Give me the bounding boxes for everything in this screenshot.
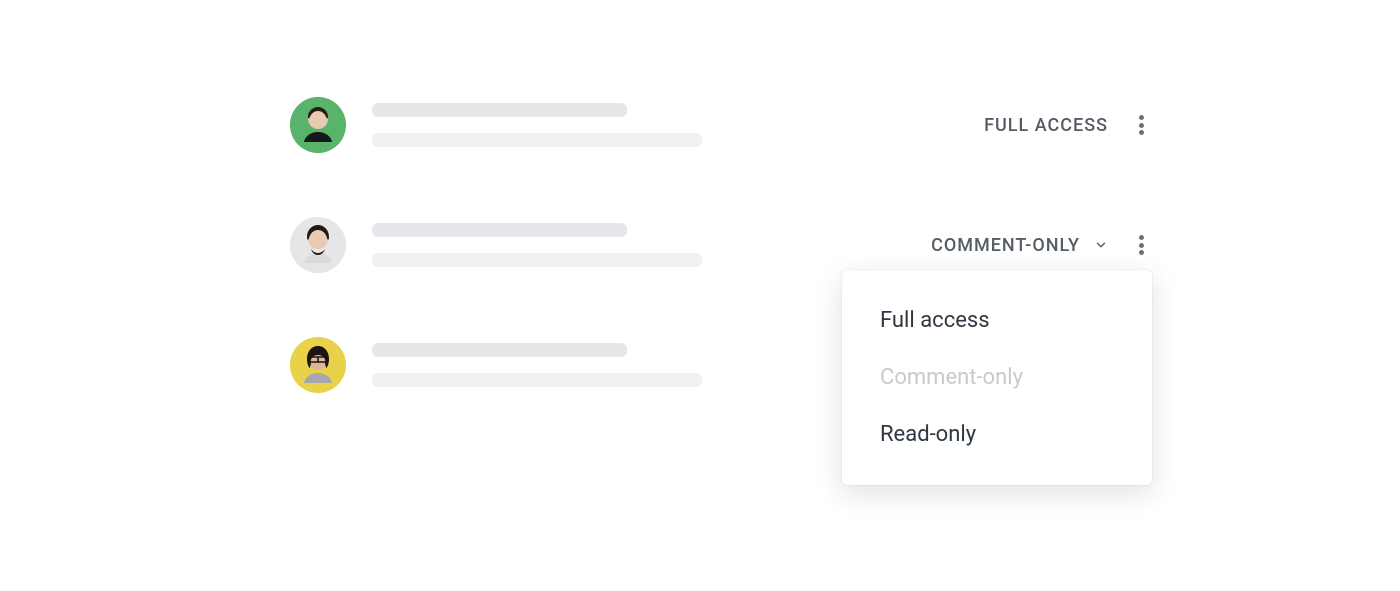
- chevron-down-icon[interactable]: [1094, 238, 1108, 252]
- more-options-button[interactable]: [1132, 234, 1150, 256]
- avatar: [290, 337, 346, 393]
- member-name-placeholder: [372, 343, 702, 387]
- member-name-placeholder: [372, 103, 702, 147]
- permission-dropdown-trigger[interactable]: COMMENT-ONLY: [931, 235, 1080, 256]
- permission-dropdown-menu: Full access Comment-only Read-only: [842, 270, 1152, 485]
- member-name-placeholder: [372, 223, 702, 267]
- avatar: [290, 217, 346, 273]
- avatar: [290, 97, 346, 153]
- member-row: FULL ACCESS: [290, 90, 1150, 160]
- permission-label[interactable]: FULL ACCESS: [984, 115, 1108, 136]
- permission-option-full-access[interactable]: Full access: [842, 292, 1152, 349]
- more-options-button[interactable]: [1132, 114, 1150, 136]
- permission-option-read-only[interactable]: Read-only: [842, 406, 1152, 463]
- permission-option-comment-only[interactable]: Comment-only: [842, 349, 1152, 406]
